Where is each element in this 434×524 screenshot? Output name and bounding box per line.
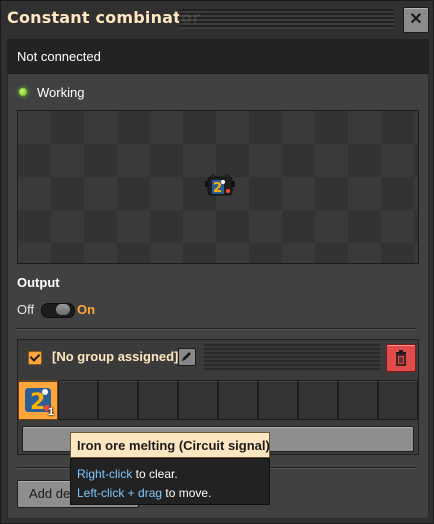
working-status: Working <box>37 85 85 100</box>
tooltip-title-text: Iron ore melting (Circuit signal) <box>77 438 270 453</box>
tooltip-key: Right-click <box>77 467 133 481</box>
group-drag-handle[interactable] <box>204 344 380 370</box>
tooltip-body: Right-click to clear. Left-click + drag … <box>70 458 270 505</box>
switch-on-label: On <box>77 302 96 317</box>
signal-slot[interactable] <box>218 380 258 420</box>
connection-status: Not connected <box>17 49 101 64</box>
add-section-label: Add de <box>29 486 71 501</box>
close-button[interactable]: ✕ <box>403 7 429 33</box>
signal-slot[interactable] <box>378 380 418 420</box>
signal-slot[interactable] <box>338 380 378 420</box>
constant-combinator-window: Constant combinator ✕ Not connected Work… <box>0 0 434 524</box>
trash-icon <box>396 350 406 366</box>
signal-slot[interactable] <box>178 380 218 420</box>
tooltip-line-move: Left-click + drag to move. <box>77 486 211 500</box>
signal-slots: 2 1 <box>18 380 418 420</box>
slot-count: 1 <box>47 406 54 418</box>
status-led-icon <box>19 88 27 96</box>
group-name: [No group assigned] <box>52 349 179 364</box>
svg-text:2: 2 <box>213 181 222 196</box>
window-drag-handle[interactable] <box>179 9 394 29</box>
connection-status-bar: Not connected <box>7 39 429 74</box>
divider <box>17 328 417 329</box>
tooltip-text: to move. <box>162 486 212 500</box>
output-label: Output <box>17 275 60 290</box>
window-title: Constant combinator <box>7 8 201 27</box>
delete-group-button[interactable] <box>386 344 416 372</box>
tooltip-line-clear: Right-click to clear. <box>77 467 178 481</box>
switch-knob[interactable] <box>56 304 70 315</box>
close-icon: ✕ <box>409 11 423 28</box>
switch-off-label: Off <box>17 302 35 317</box>
titlebar[interactable]: Constant combinator ✕ <box>1 1 434 37</box>
output-switch-row: Off On <box>17 301 217 319</box>
signal-slot[interactable] <box>138 380 178 420</box>
pencil-icon <box>182 352 191 361</box>
entity-preview: 2 <box>17 110 419 264</box>
tooltip-key: Left-click + drag <box>77 486 163 500</box>
signal-slot[interactable] <box>98 380 138 420</box>
signal-slot[interactable]: 2 1 <box>18 380 58 420</box>
group-enabled-checkbox[interactable] <box>28 351 42 365</box>
signal-slot[interactable] <box>58 380 98 420</box>
signal-slot[interactable] <box>258 380 298 420</box>
tooltip-text: to clear. <box>132 467 178 481</box>
constant-combinator-icon: 2 <box>205 173 235 196</box>
tooltip-title: Iron ore melting (Circuit signal) <box>70 432 270 458</box>
signal-slot[interactable] <box>298 380 338 420</box>
output-toggle-switch[interactable] <box>41 303 75 318</box>
group-header: [No group assigned] <box>18 340 418 374</box>
rename-group-button[interactable] <box>178 348 196 366</box>
